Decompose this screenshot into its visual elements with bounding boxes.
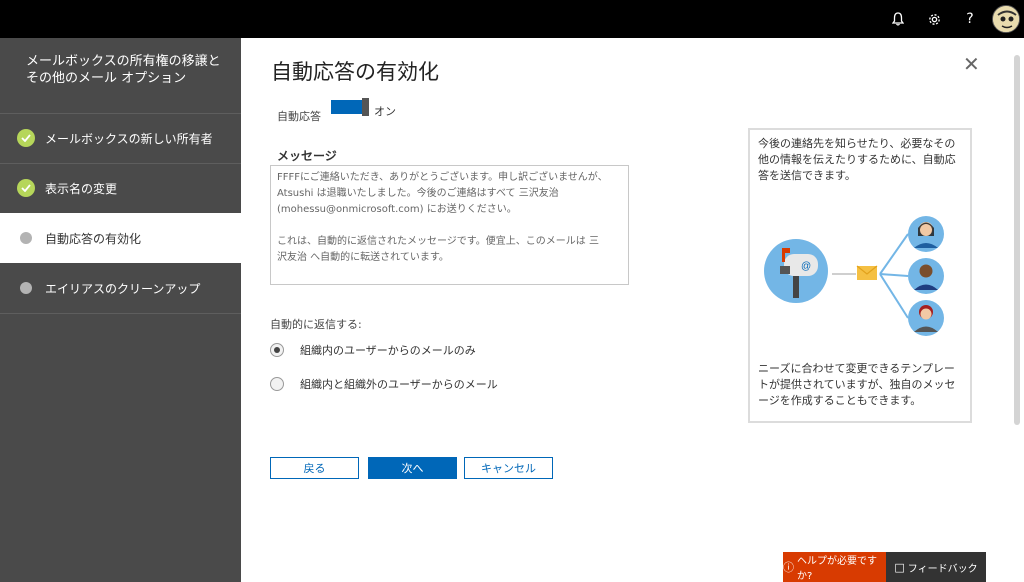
step-label: 表示名の変更 [45, 181, 118, 196]
step-auto-reply[interactable]: 自動応答の有効化 [0, 213, 241, 263]
reply-scope-label: 自動的に返信する: [270, 318, 362, 331]
message-textarea[interactable]: FFFFにご連絡いただき、ありがとうございます。申し訳ございませんが、 Atsu… [270, 165, 629, 285]
info-card-top-text: 今後の連絡先を知らせたり、必要なその他の情報を伝えたりするために、自動応答を送信… [758, 137, 956, 182]
step-label: エイリアスのクリーンアップ [45, 281, 201, 296]
avatar[interactable] [992, 5, 1020, 33]
next-button[interactable]: 次へ [368, 457, 457, 479]
step-dot-icon [20, 282, 32, 294]
toggle-knob [362, 98, 369, 116]
help-circle-icon: ⓘ [783, 561, 794, 574]
step-display-name[interactable]: 表示名の変更 [0, 163, 241, 213]
help-button[interactable]: ⓘ ヘルプが必要ですか? [783, 552, 886, 582]
top-bar: ? [0, 0, 1024, 38]
feedback-icon: □ [894, 560, 905, 574]
radio-label: 組織内のユーザーからのメールのみ [300, 344, 476, 357]
svg-text:@: @ [801, 261, 811, 272]
message-line: 沢友治 へ自動的に転送されています。 [277, 252, 449, 263]
radio-label: 組織内と組織外のユーザーからのメール [300, 378, 498, 391]
auto-reply-toggle-label: 自動応答 [277, 110, 321, 123]
toggle-state-text: オン [374, 105, 396, 118]
message-label: メッセージ [277, 149, 337, 163]
step-dot-icon [20, 232, 32, 244]
cancel-button[interactable]: キャンセル [464, 457, 553, 479]
back-button[interactable]: 戻る [270, 457, 359, 479]
auto-reply-illustration: @ [764, 216, 944, 336]
wizard-sidebar: メールボックスの所有権の移譲とその他のメール オプション メールボックスの新しい… [0, 38, 241, 582]
main-content: 自動応答の有効化 ✕ 自動応答 オン メッセージ FFFFにご連絡いただき、あり… [241, 38, 1024, 582]
help-label: ヘルプが必要ですか? [797, 556, 877, 582]
radio-internal-only[interactable]: 組織内のユーザーからのメールのみ [270, 340, 590, 360]
sidebar-title: メールボックスの所有権の移譲とその他のメール オプション [26, 54, 221, 86]
step-label: 自動応答の有効化 [45, 231, 142, 246]
message-line: (mohessu@onmicrosoft.com) にお送りください。 [277, 204, 517, 215]
message-line: これは、自動的に返信されたメッセージです。便宜上、このメールは 三 [277, 236, 599, 247]
radio-internal-external[interactable]: 組織内と組織外のユーザーからのメール [270, 374, 590, 394]
message-line: Atsushi は退職いたしました。今後のご連絡はすべて 三沢友治 [277, 188, 559, 199]
close-icon[interactable]: ✕ [963, 54, 980, 74]
check-icon [17, 179, 35, 197]
radio-circle[interactable] [270, 343, 284, 357]
info-card: 今後の連絡先を知らせたり、必要なその他の情報を伝えたりするために、自動応答を送信… [748, 128, 972, 423]
gear-icon[interactable] [924, 9, 944, 29]
help-icon[interactable]: ? [960, 9, 980, 29]
feedback-button[interactable]: □ フィードバック [886, 552, 986, 582]
radio-circle[interactable] [270, 377, 284, 391]
step-label: メールボックスの新しい所有者 [45, 131, 213, 146]
check-icon [17, 129, 35, 147]
info-card-bottom-text: ニーズに合わせて変更できるテンプレートが提供されていますが、独自のメッセージを作… [758, 362, 956, 407]
page-scrollbar[interactable] [1014, 55, 1020, 425]
page-title: 自動応答の有効化 [271, 60, 439, 84]
message-line: FFFFにご連絡いただき、ありがとうございます。申し訳ございませんが、 [277, 172, 608, 183]
step-new-owner[interactable]: メールボックスの新しい所有者 [0, 113, 241, 163]
divider [0, 313, 241, 314]
feedback-label: フィードバック [907, 563, 978, 575]
auto-reply-toggle[interactable] [331, 98, 369, 116]
step-alias-cleanup[interactable]: エイリアスのクリーンアップ [0, 263, 241, 313]
bell-icon[interactable] [888, 9, 908, 29]
